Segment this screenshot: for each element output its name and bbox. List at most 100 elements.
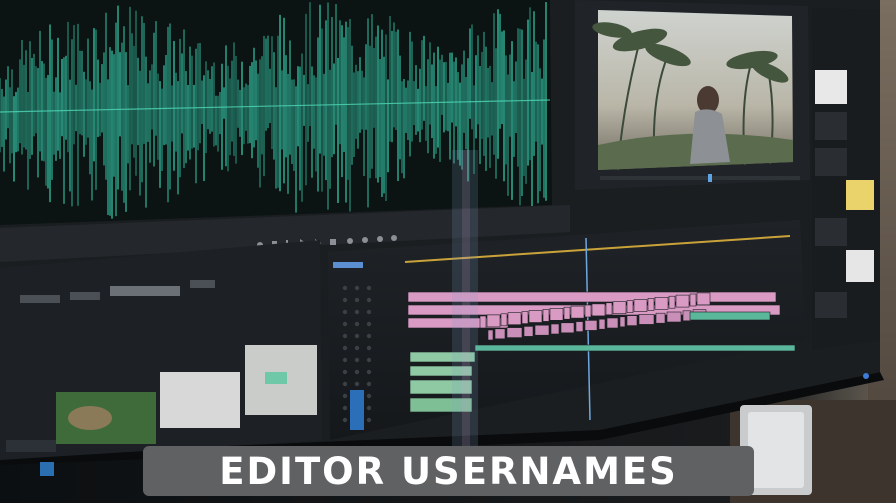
track-toggle-icon[interactable] bbox=[354, 345, 360, 351]
video-clip[interactable] bbox=[486, 314, 501, 328]
video-clip[interactable] bbox=[521, 311, 529, 324]
video-clip[interactable] bbox=[675, 294, 690, 308]
video-clip[interactable] bbox=[507, 312, 522, 326]
track-toggle-icon[interactable] bbox=[342, 321, 348, 327]
preview-playhead[interactable] bbox=[708, 174, 712, 182]
video-clip[interactable] bbox=[584, 320, 598, 331]
video-clip[interactable] bbox=[523, 326, 534, 337]
track-toggle-icon[interactable] bbox=[342, 333, 348, 339]
track-toggle-icon[interactable] bbox=[366, 357, 372, 363]
track-toggle-icon[interactable] bbox=[366, 297, 372, 303]
media-badge bbox=[40, 462, 54, 476]
track-target-button[interactable] bbox=[350, 390, 364, 430]
export-icon[interactable] bbox=[362, 237, 368, 243]
track-toggle-icon[interactable] bbox=[366, 405, 372, 411]
settings-icon[interactable] bbox=[377, 236, 383, 242]
video-clip[interactable] bbox=[563, 306, 571, 320]
track-toggle-icon[interactable] bbox=[366, 309, 372, 315]
track-toggle-icon[interactable] bbox=[342, 417, 348, 423]
video-clip[interactable] bbox=[655, 312, 666, 324]
project-tab[interactable] bbox=[70, 292, 100, 300]
track-toggle-icon[interactable] bbox=[366, 285, 372, 291]
track-toggle-icon[interactable] bbox=[342, 309, 348, 315]
thumbnail[interactable] bbox=[815, 218, 847, 246]
track-toggle-icon[interactable] bbox=[366, 345, 372, 351]
video-clip[interactable] bbox=[619, 316, 626, 328]
video-clip[interactable] bbox=[479, 315, 487, 329]
video-clip[interactable] bbox=[534, 324, 550, 336]
track-toggle-icon[interactable] bbox=[354, 357, 360, 363]
video-clip[interactable] bbox=[550, 323, 560, 335]
track-toggle-icon[interactable] bbox=[354, 285, 360, 291]
track-toggle-icon[interactable] bbox=[354, 309, 360, 315]
camera-icon[interactable] bbox=[347, 238, 353, 244]
audio-clip[interactable] bbox=[689, 311, 771, 321]
thumbnail[interactable] bbox=[815, 112, 847, 140]
video-clip[interactable] bbox=[606, 317, 619, 329]
video-clip[interactable] bbox=[598, 318, 606, 330]
track-toggle-icon[interactable] bbox=[342, 381, 348, 387]
video-clip[interactable] bbox=[633, 299, 648, 312]
loop-icon[interactable] bbox=[330, 239, 336, 245]
track-toggle-icon[interactable] bbox=[342, 297, 348, 303]
preview-scrubber[interactable] bbox=[600, 176, 800, 180]
video-clip[interactable] bbox=[626, 300, 634, 313]
track-toggle-icon[interactable] bbox=[342, 393, 348, 399]
video-clip[interactable] bbox=[570, 305, 585, 319]
banner-title: EDITOR USERNAMES bbox=[219, 449, 678, 493]
thumbnail[interactable] bbox=[815, 70, 847, 104]
media-thumbnail[interactable] bbox=[160, 372, 240, 428]
audio-clip[interactable] bbox=[474, 344, 796, 352]
video-clip[interactable] bbox=[494, 328, 506, 340]
track-toggle-icon[interactable] bbox=[342, 369, 348, 375]
track-toggle-icon[interactable] bbox=[354, 369, 360, 375]
video-clip[interactable] bbox=[666, 311, 682, 323]
project-tab[interactable] bbox=[20, 295, 60, 303]
track-toggle-icon[interactable] bbox=[354, 297, 360, 303]
monitor-stand-face bbox=[748, 412, 804, 488]
video-clip[interactable] bbox=[591, 303, 606, 317]
more-icon[interactable] bbox=[391, 235, 397, 241]
media-thumbnail-detail bbox=[265, 372, 287, 384]
track-toggle-icon[interactable] bbox=[354, 321, 360, 327]
video-clip[interactable] bbox=[696, 292, 711, 306]
video-clip[interactable] bbox=[689, 293, 697, 307]
video-clip[interactable] bbox=[560, 322, 575, 334]
track-toggle-icon[interactable] bbox=[342, 357, 348, 363]
track-toggle-icon[interactable] bbox=[366, 321, 372, 327]
video-clip[interactable] bbox=[549, 307, 564, 321]
track-toggle-icon[interactable] bbox=[366, 369, 372, 375]
monitor-illustration bbox=[0, 0, 896, 503]
thumbnail[interactable] bbox=[846, 180, 874, 210]
track-toggle-icon[interactable] bbox=[366, 333, 372, 339]
video-clip[interactable] bbox=[668, 295, 676, 309]
video-clip[interactable] bbox=[487, 329, 494, 341]
video-clip[interactable] bbox=[500, 313, 508, 327]
track-toggle-icon[interactable] bbox=[366, 393, 372, 399]
video-clip[interactable] bbox=[638, 314, 655, 325]
thumbnail[interactable] bbox=[815, 292, 847, 318]
video-clip[interactable] bbox=[626, 315, 638, 326]
video-clip[interactable] bbox=[542, 309, 550, 322]
track-toggle-icon[interactable] bbox=[342, 405, 348, 411]
thumbnail[interactable] bbox=[846, 250, 874, 282]
thumbnail[interactable] bbox=[815, 148, 847, 176]
video-clip[interactable] bbox=[612, 301, 627, 315]
timecode[interactable] bbox=[333, 262, 363, 268]
video-clip[interactable] bbox=[605, 302, 613, 316]
media-thumbnail[interactable] bbox=[6, 440, 56, 452]
video-clip[interactable] bbox=[647, 298, 655, 311]
track-toggle-icon[interactable] bbox=[342, 285, 348, 291]
track-toggle-icon[interactable] bbox=[354, 333, 360, 339]
video-clip[interactable] bbox=[654, 296, 669, 310]
project-tab[interactable] bbox=[190, 280, 215, 288]
track-toggle-icon[interactable] bbox=[354, 381, 360, 387]
track-toggle-icon[interactable] bbox=[366, 381, 372, 387]
track-toggle-icon[interactable] bbox=[342, 345, 348, 351]
track-toggle-icon[interactable] bbox=[366, 417, 372, 423]
project-tab[interactable] bbox=[110, 286, 180, 296]
video-clip[interactable] bbox=[575, 321, 584, 332]
video-clip[interactable] bbox=[528, 310, 543, 323]
video-clip[interactable] bbox=[584, 304, 592, 318]
video-clip[interactable] bbox=[506, 327, 523, 338]
